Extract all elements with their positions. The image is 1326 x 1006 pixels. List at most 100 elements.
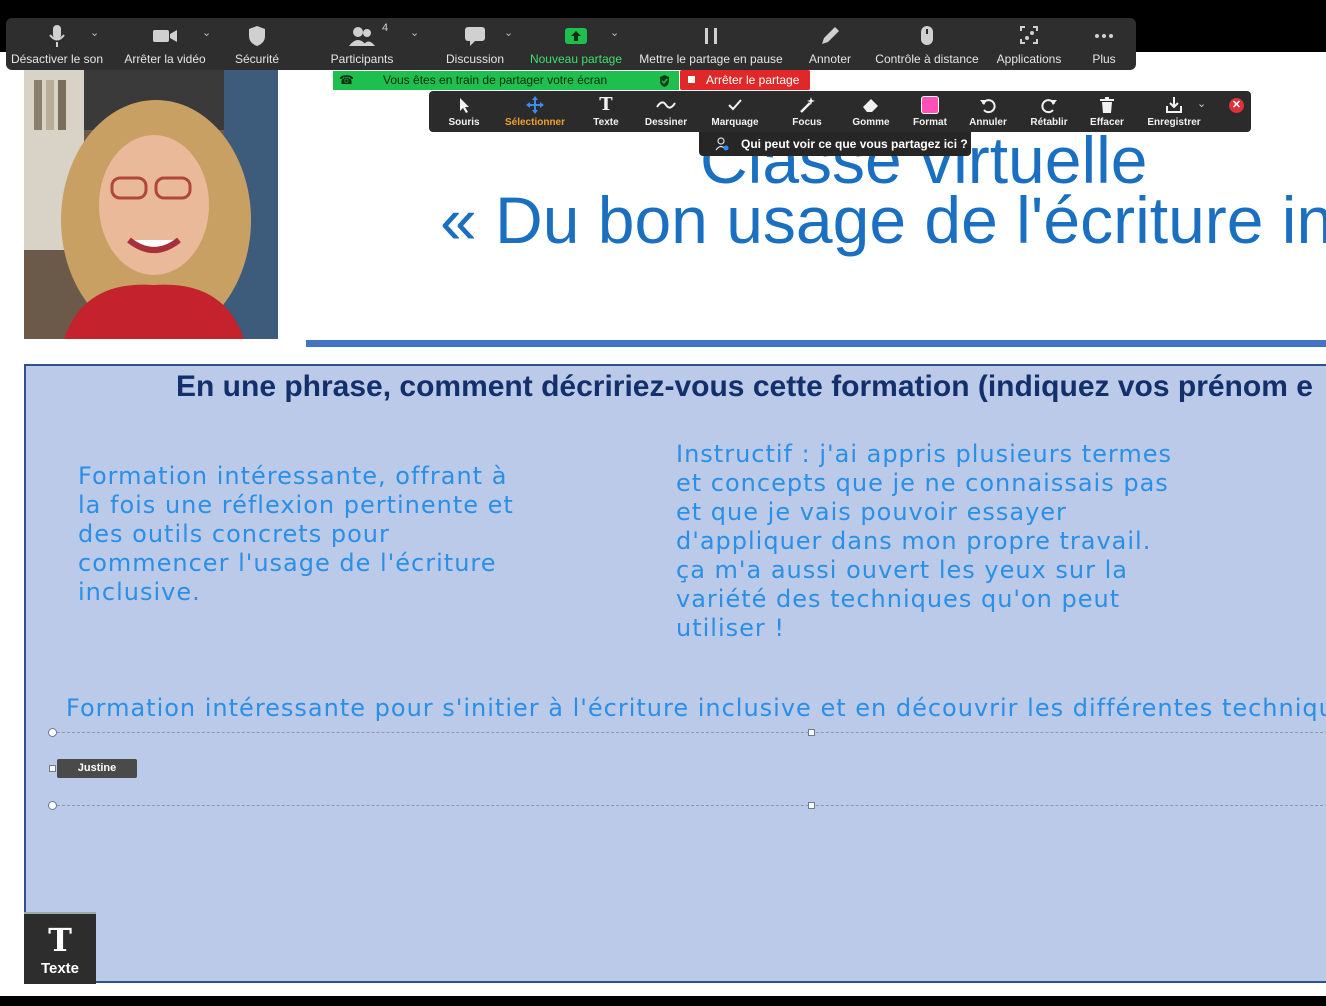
shield-icon bbox=[249, 26, 265, 46]
chevron-down-icon[interactable]: ⌄ bbox=[610, 26, 619, 39]
mute-button[interactable]: ⌄ Désactiver le son bbox=[6, 18, 108, 70]
undo-label: Annuler bbox=[969, 117, 1007, 128]
pause-share-button[interactable]: Mettre le partage en pause bbox=[636, 18, 786, 70]
magic-wand-icon bbox=[800, 97, 815, 113]
video-camera-icon bbox=[153, 30, 177, 42]
move-arrows-icon bbox=[526, 96, 544, 114]
format-label: Format bbox=[913, 117, 947, 128]
bottom-border bbox=[0, 996, 1326, 1006]
answer-text-2[interactable]: Instructif : j'ai appris plusieurs terme… bbox=[676, 440, 1186, 643]
security-button[interactable]: Sécurité bbox=[222, 18, 292, 70]
eraser-tool-label: Gomme bbox=[852, 117, 890, 128]
chevron-down-icon[interactable]: ⌄ bbox=[202, 26, 211, 39]
apps-label: Applications bbox=[996, 52, 1062, 66]
text-t-icon: T bbox=[599, 94, 613, 115]
pause-icon bbox=[705, 28, 717, 44]
clear-button[interactable]: Effacer bbox=[1083, 91, 1131, 132]
undo-arrow-icon bbox=[980, 99, 996, 114]
security-label: Sécurité bbox=[234, 52, 280, 66]
format-button[interactable]: Format bbox=[905, 91, 955, 132]
select-tool-button[interactable]: Sélectionner bbox=[501, 91, 569, 132]
selection-border-top bbox=[52, 732, 1326, 733]
shield-check-icon bbox=[660, 75, 669, 87]
spotlight-tool-label: Focus bbox=[792, 117, 822, 128]
annotation-toolbar: Souris Sélectionner T Texte Dessiner Mar… bbox=[429, 91, 1251, 132]
person-icon bbox=[715, 137, 729, 151]
who-can-see-button[interactable]: Qui peut voir ce que vous partagez ici ? bbox=[699, 132, 971, 156]
text-tool-button[interactable]: T Texte bbox=[581, 91, 631, 132]
redo-label: Rétablir bbox=[1030, 117, 1068, 128]
mouse-tool-label: Souris bbox=[448, 117, 480, 128]
participants-count: 4 bbox=[382, 22, 389, 34]
chevron-down-icon[interactable]: ⌄ bbox=[90, 26, 99, 39]
trash-icon bbox=[1100, 97, 1114, 113]
stop-share-label: Arrêter le partage bbox=[706, 73, 800, 87]
resize-handle[interactable] bbox=[49, 765, 56, 772]
title-divider bbox=[306, 340, 1326, 347]
chat-label: Discussion bbox=[445, 52, 505, 66]
share-arrow-icon bbox=[565, 28, 587, 44]
save-label: Enregistrer bbox=[1147, 117, 1201, 128]
text-tool-indicator: T Texte bbox=[24, 912, 96, 984]
stop-share-button[interactable]: Arrêter le partage bbox=[680, 70, 810, 90]
more-button[interactable]: Plus bbox=[1076, 18, 1132, 70]
redo-button[interactable]: Rétablir bbox=[1023, 91, 1075, 132]
annotation-author-tag: Justine bbox=[57, 759, 137, 778]
resize-handle[interactable] bbox=[48, 728, 57, 737]
stop-video-button[interactable]: ⌄ Arrêter la vidéo bbox=[118, 18, 212, 70]
download-icon bbox=[1166, 97, 1182, 113]
presenter-photo bbox=[24, 70, 278, 339]
pencil-icon bbox=[822, 27, 839, 44]
participants-icon bbox=[349, 27, 375, 46]
redo-arrow-icon bbox=[1041, 99, 1057, 114]
stamp-tool-label: Marquage bbox=[711, 117, 759, 128]
color-swatch-icon bbox=[921, 96, 939, 114]
draw-tool-label: Dessiner bbox=[644, 117, 688, 128]
text-tool-icon: T bbox=[48, 921, 72, 959]
stop-icon bbox=[688, 76, 695, 83]
cursor-arrow-icon bbox=[460, 98, 469, 113]
annotate-button[interactable]: Annoter bbox=[796, 18, 864, 70]
stamp-tool-button[interactable]: Marquage bbox=[705, 91, 765, 132]
resize-handle[interactable] bbox=[48, 801, 57, 810]
mouse-tool-button[interactable]: Souris bbox=[439, 91, 489, 132]
answer-text-1[interactable]: Formation intéressante, offrant à la foi… bbox=[78, 462, 538, 607]
phone-icon: ☎ bbox=[339, 73, 354, 87]
microphone-icon bbox=[49, 25, 65, 47]
close-icon[interactable]: ✕ bbox=[1229, 98, 1244, 113]
sharing-status-bar: ☎ Vous êtes en train de partager votre é… bbox=[333, 71, 679, 90]
draw-tool-button[interactable]: Dessiner bbox=[641, 91, 691, 132]
remote-control-label: Contrôle à distance bbox=[875, 52, 979, 66]
squiggle-icon bbox=[656, 101, 676, 109]
question-heading: En une phrase, comment décririez-vous ce… bbox=[176, 370, 1313, 403]
apps-button[interactable]: Applications bbox=[992, 18, 1066, 70]
mute-label: Désactiver le son bbox=[10, 52, 104, 66]
chevron-down-icon[interactable]: ⌄ bbox=[410, 26, 419, 39]
stop-video-label: Arrêter la vidéo bbox=[124, 52, 206, 66]
chat-bubble-icon bbox=[465, 27, 485, 46]
pause-share-label: Mettre le partage en pause bbox=[639, 52, 783, 66]
annotate-label: Annoter bbox=[808, 52, 852, 66]
remote-control-button[interactable]: Contrôle à distance bbox=[874, 18, 980, 70]
mouse-icon bbox=[921, 26, 933, 45]
resize-handle[interactable] bbox=[808, 729, 815, 736]
clear-label: Effacer bbox=[1090, 117, 1124, 128]
selection-border-bottom bbox=[52, 805, 1326, 806]
answers-panel: En une phrase, comment décririez-vous ce… bbox=[24, 364, 1326, 983]
checkmark-icon bbox=[728, 99, 742, 111]
apps-icon bbox=[1020, 26, 1038, 44]
save-button[interactable]: Enregistrer bbox=[1145, 91, 1203, 132]
chat-button[interactable]: Discussion bbox=[442, 18, 508, 70]
chevron-down-icon[interactable]: ⌄ bbox=[1197, 97, 1206, 110]
resize-handle[interactable] bbox=[808, 802, 815, 809]
spotlight-tool-button[interactable]: Focus bbox=[781, 91, 833, 132]
undo-button[interactable]: Annuler bbox=[963, 91, 1013, 132]
participants-button[interactable]: 4 Participants bbox=[324, 18, 400, 70]
answer-text-3-selected[interactable]: Formation intéressante pour s'initier à … bbox=[66, 694, 1326, 723]
more-dots-icon bbox=[1095, 34, 1113, 38]
shared-slide: Classe virtuelle « Du bon usage de l'écr… bbox=[0, 52, 1326, 996]
text-tool-label: Texte bbox=[40, 960, 80, 977]
chevron-down-icon[interactable]: ⌄ bbox=[504, 26, 513, 39]
eraser-tool-button[interactable]: Gomme bbox=[845, 91, 897, 132]
who-can-see-label: Qui peut voir ce que vous partagez ici ? bbox=[741, 137, 968, 151]
